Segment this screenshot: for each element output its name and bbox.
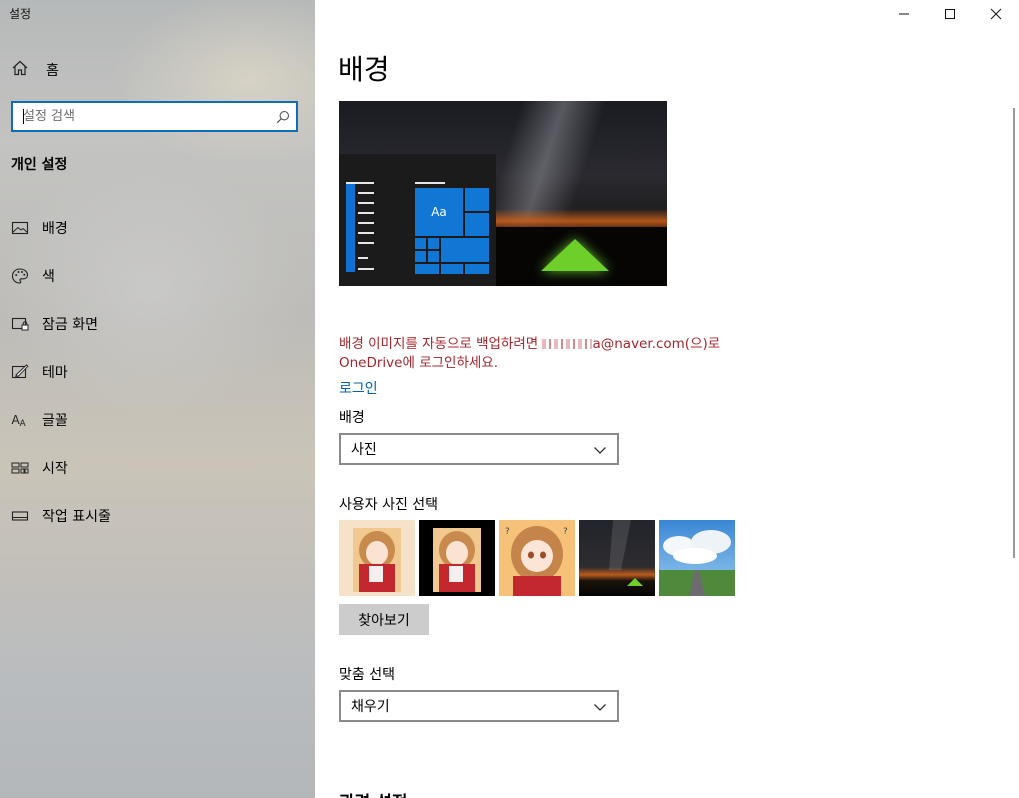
picture-thumbnail[interactable] <box>659 520 735 596</box>
theme-icon <box>11 363 29 381</box>
backup-warning: 배경 이미지를 자동으로 백업하려면 a@naver.com(으)로 OneDr… <box>339 335 759 373</box>
chevron-down-icon <box>593 697 607 716</box>
start-icon <box>11 459 29 477</box>
background-label: 배경 <box>339 410 365 426</box>
picture-thumbnail[interactable]: ? ? <box>499 520 575 596</box>
nav-home-label: 홈 <box>46 63 59 79</box>
svg-text:?: ? <box>563 527 568 537</box>
warning-text-prefix: 배경 이미지를 자동으로 백업하려면 <box>339 336 543 352</box>
nav-list: 배경 색 잠금 화면 테마 AA 글꼴 시작 작업 표시줄 <box>0 204 315 540</box>
sidebar-item-label: 배경 <box>42 221 68 237</box>
picture-thumbnail[interactable] <box>419 520 495 596</box>
warning-text-line2: OneDrive에 로그인하세요. <box>339 355 499 371</box>
minimize-icon <box>898 5 910 24</box>
picture-icon <box>11 219 29 237</box>
sidebar-item-taskbar[interactable]: 작업 표시줄 <box>0 492 315 540</box>
fit-dropdown[interactable]: 채우기 <box>339 690 619 722</box>
sidebar-item-label: 색 <box>42 269 55 285</box>
taskbar-icon <box>11 507 29 525</box>
picture-thumbnail[interactable] <box>339 520 415 596</box>
sidebar-item-label: 테마 <box>42 365 68 381</box>
preview-tile-aa: Aa <box>415 188 463 236</box>
nav-home[interactable]: 홈 <box>0 54 315 86</box>
warning-email: a@naver.com(으)로 <box>592 336 721 352</box>
sidebar-item-label: 작업 표시줄 <box>42 509 111 525</box>
maximize-button[interactable] <box>927 0 973 28</box>
picture-thumbnail[interactable] <box>579 520 655 596</box>
sidebar: 설정 홈 개인 설정 배경 색 잠금 <box>0 0 315 798</box>
choose-picture-label: 사용자 사진 선택 <box>339 497 439 513</box>
close-button[interactable] <box>973 0 1019 28</box>
minimize-button[interactable] <box>881 0 927 28</box>
maximize-icon <box>944 5 956 24</box>
font-icon: AA <box>11 411 29 429</box>
sidebar-item-theme[interactable]: 테마 <box>0 348 315 396</box>
svg-text:A: A <box>20 419 27 429</box>
preview-tent <box>541 239 609 271</box>
browse-button[interactable]: 찾아보기 <box>339 604 429 635</box>
page-title: 배경 <box>338 53 390 86</box>
sidebar-item-label: 글꼴 <box>42 413 68 429</box>
login-link[interactable]: 로그인 <box>339 378 378 398</box>
search-box[interactable] <box>11 101 298 132</box>
section-title: 개인 설정 <box>11 157 68 173</box>
sidebar-item-label: 시작 <box>42 461 68 477</box>
close-icon <box>990 5 1002 24</box>
search-icon[interactable] <box>270 110 296 124</box>
sidebar-item-label: 잠금 화면 <box>42 317 98 333</box>
background-type-dropdown[interactable]: 사진 <box>339 433 619 465</box>
background-preview: Aa <box>339 101 667 286</box>
vertical-scrollbar[interactable] <box>1013 108 1015 558</box>
search-input[interactable] <box>13 103 270 130</box>
app-title: 설정 <box>9 7 32 21</box>
text-caret <box>23 109 24 124</box>
sidebar-item-color[interactable]: 색 <box>0 252 315 300</box>
sidebar-item-fonts[interactable]: AA 글꼴 <box>0 396 315 444</box>
background-type-value: 사진 <box>351 442 377 458</box>
sidebar-item-start[interactable]: 시작 <box>0 444 315 492</box>
lock-screen-icon <box>11 315 29 333</box>
home-icon <box>11 59 29 81</box>
main-content: 배경 Aa 배경 이미지를 자동으로 백업하려면 a@naver.com(으)로… <box>315 0 1019 798</box>
redacted-email-part <box>542 339 593 349</box>
fit-label: 맞춤 선택 <box>339 667 395 683</box>
sidebar-item-background[interactable]: 배경 <box>0 204 315 252</box>
preview-start-menu: Aa <box>339 154 496 286</box>
palette-icon <box>11 267 29 285</box>
svg-text:?: ? <box>505 527 510 537</box>
related-settings-heading: 관련 설정 <box>339 788 407 798</box>
sidebar-item-lock-screen[interactable]: 잠금 화면 <box>0 300 315 348</box>
chevron-down-icon <box>593 440 607 459</box>
fit-value: 채우기 <box>351 699 390 715</box>
